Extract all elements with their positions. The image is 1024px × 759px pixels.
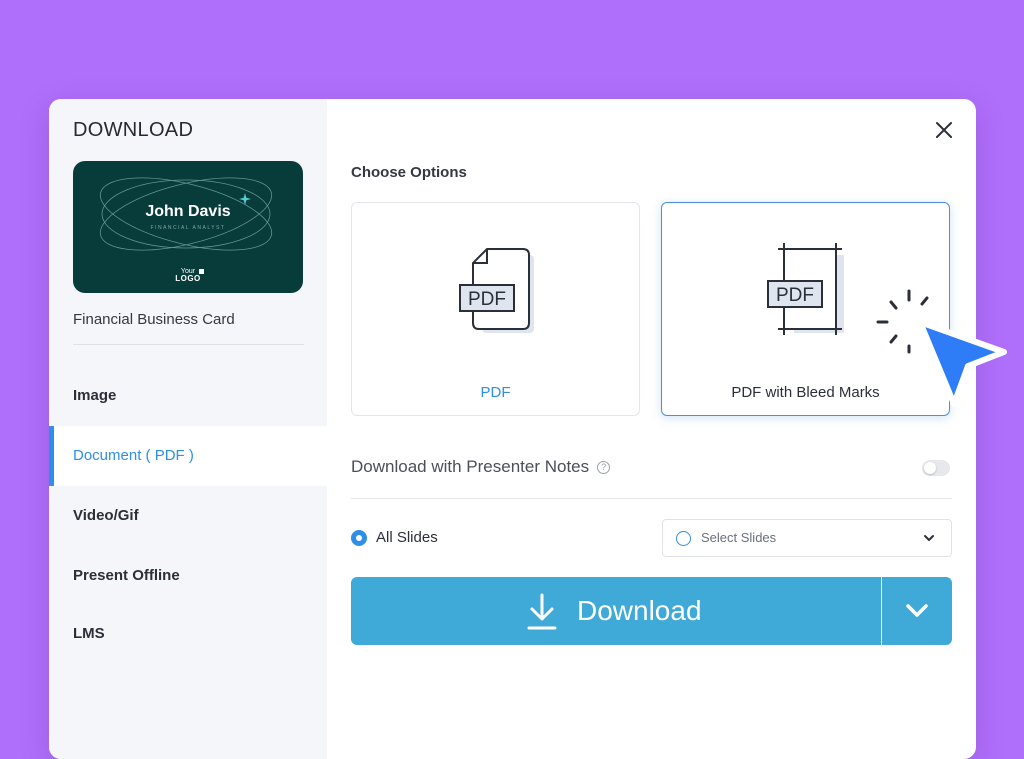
close-icon[interactable] bbox=[934, 120, 954, 140]
bleed-icon-text: PDF bbox=[776, 285, 814, 306]
chevron-down-icon bbox=[906, 604, 928, 617]
download-modal: DOWNLOAD John Davis FINANCIAL ANALYST Yo… bbox=[49, 99, 976, 759]
sidebar-item-video-gif[interactable]: Video/Gif bbox=[49, 486, 327, 546]
preview-name: John Davis bbox=[145, 203, 231, 220]
select-slides-radio[interactable] bbox=[676, 531, 691, 546]
row-divider bbox=[351, 498, 952, 499]
sidebar-divider bbox=[73, 344, 304, 345]
pdf-bleed-marks-icon: PDF bbox=[767, 243, 844, 335]
download-button[interactable]: Download bbox=[351, 577, 881, 645]
card-preview: John Davis FINANCIAL ANALYST Your LOGO bbox=[73, 161, 303, 293]
sidebar-item-lms[interactable]: LMS bbox=[49, 604, 327, 664]
download-options-button[interactable] bbox=[882, 577, 952, 645]
pdf-file-icon: PDF bbox=[459, 248, 534, 333]
select-slides-dropdown[interactable]: Select Slides bbox=[662, 519, 952, 557]
card-name: Financial Business Card bbox=[73, 311, 235, 328]
download-button-label: Download bbox=[577, 595, 702, 626]
preview-logo-line2: LOGO bbox=[175, 274, 201, 283]
download-icon bbox=[527, 593, 557, 630]
help-icon[interactable]: ? bbox=[597, 461, 611, 474]
cursor-click-icon bbox=[876, 289, 1007, 407]
presenter-notes-toggle[interactable] bbox=[922, 460, 950, 476]
presenter-notes-row: Download with Presenter Notes? bbox=[351, 457, 611, 477]
all-slides-radio[interactable] bbox=[351, 530, 367, 546]
chevron-down-icon bbox=[924, 535, 934, 541]
presenter-notes-label: Download with Presenter Notes bbox=[351, 457, 590, 476]
preview-role: FINANCIAL ANALYST bbox=[150, 225, 226, 231]
pdf-icon-text: PDF bbox=[468, 289, 506, 310]
all-slides-label[interactable]: All Slides bbox=[376, 529, 438, 546]
sidebar-item-present-offline[interactable]: Present Offline bbox=[49, 546, 327, 606]
preview-logo: Your LOGO bbox=[73, 268, 303, 283]
option-pdf-label: PDF bbox=[480, 384, 511, 401]
option-pdf[interactable]: PDF PDF bbox=[351, 202, 640, 416]
sidebar-title: DOWNLOAD bbox=[73, 119, 194, 141]
choose-options-heading: Choose Options bbox=[351, 164, 467, 181]
download-sidebar: DOWNLOAD John Davis FINANCIAL ANALYST Yo… bbox=[49, 99, 327, 759]
sidebar-item-image[interactable]: Image bbox=[49, 366, 327, 426]
select-slides-placeholder: Select Slides bbox=[701, 530, 777, 545]
sidebar-item-document-pdf[interactable]: Document ( PDF ) bbox=[49, 426, 327, 486]
